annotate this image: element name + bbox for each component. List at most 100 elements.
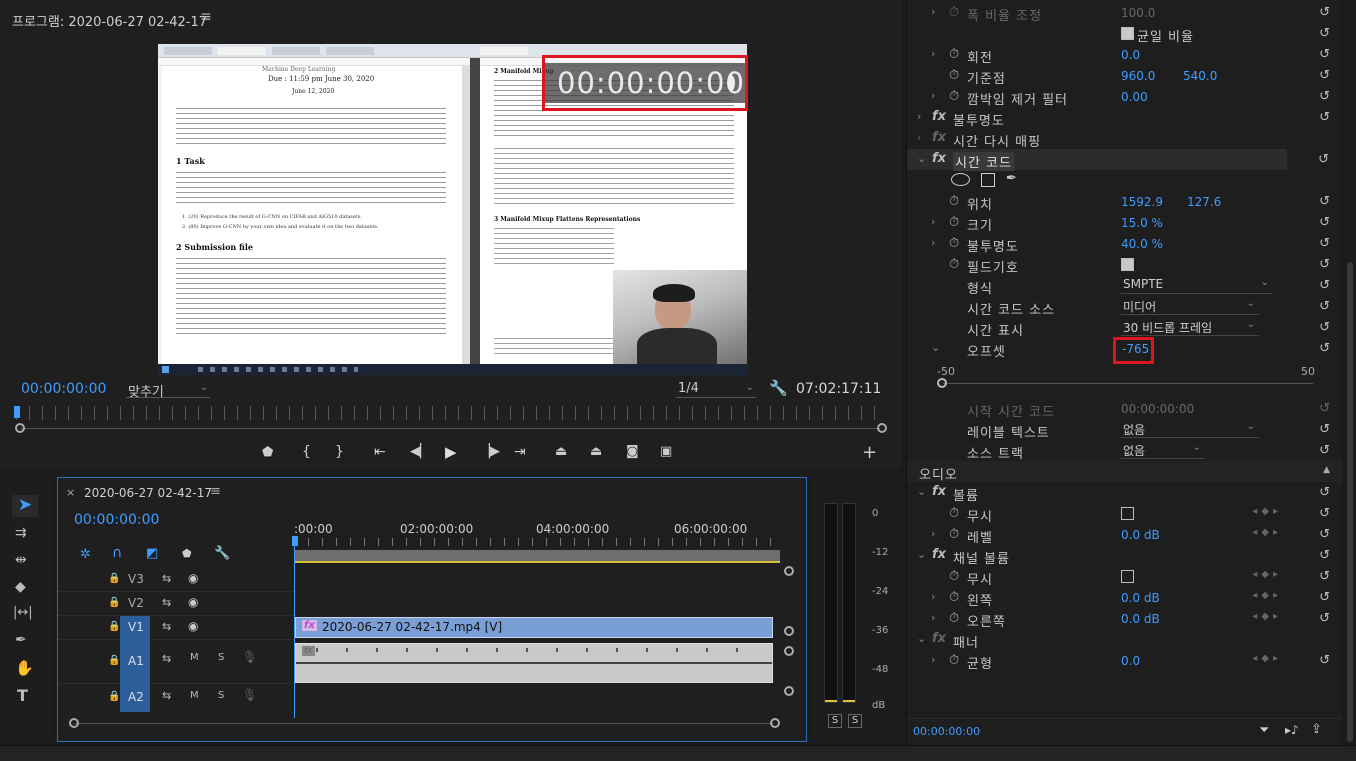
work-area-bar[interactable] xyxy=(294,550,780,563)
comparison-view-icon[interactable]: ▣ xyxy=(660,444,672,459)
mute-icon[interactable]: M xyxy=(190,652,199,663)
scrub-ruler[interactable] xyxy=(16,406,882,420)
track-header-a2[interactable]: 🔒 A2 ⇆ M S 🎙 xyxy=(58,684,294,712)
v-scroll-handle[interactable] xyxy=(784,646,794,656)
keyframe-nav-icon[interactable]: ◂◆▸ xyxy=(1252,527,1282,538)
rectangle-mask-icon[interactable] xyxy=(981,173,995,187)
chevron-right-icon[interactable]: › xyxy=(917,131,921,144)
reset-icon[interactable]: ↺ xyxy=(1319,5,1330,20)
time-display-dropdown[interactable]: 30 비드롭 프레임 ⌄ xyxy=(1121,319,1259,336)
fx-icon[interactable]: fx xyxy=(932,130,946,145)
row-start-tc[interactable]: 시작 시간 코드 00:00:00:00 ↺ xyxy=(907,398,1342,420)
prop-value[interactable]: 1592.9 xyxy=(1121,195,1163,209)
reset-icon[interactable]: ↺ xyxy=(1319,485,1330,500)
source-track-dropdown[interactable]: 없음 ⌄ xyxy=(1121,442,1205,459)
h-scrollbar[interactable] xyxy=(74,723,774,724)
format-dropdown[interactable]: SMPTE ⌄ xyxy=(1121,277,1273,294)
go-to-in-icon[interactable]: ⇤ xyxy=(374,444,386,460)
wrench-icon[interactable]: 🔧 xyxy=(214,546,230,561)
solo-right-button[interactable]: S xyxy=(848,714,862,728)
stopwatch-icon[interactable]: ⏱ xyxy=(949,215,959,230)
keyframe-nav-icon[interactable]: ◂◆▸ xyxy=(1252,590,1282,601)
reset-icon[interactable]: ↺ xyxy=(1319,527,1330,542)
stopwatch-icon[interactable]: ⏱ xyxy=(949,68,959,83)
stopwatch-icon[interactable]: ⏱ xyxy=(949,89,959,104)
row-balance[interactable]: › ⏱ 균형 0.0 ◂◆▸ ↺ xyxy=(907,650,1342,672)
reset-icon[interactable]: ↺ xyxy=(1319,68,1330,83)
stopwatch-icon[interactable]: ⏱ xyxy=(949,653,959,668)
chevron-right-icon[interactable]: › xyxy=(931,611,935,624)
chevron-down-icon[interactable]: ⌄ xyxy=(917,548,926,561)
bypass-checkbox[interactable] xyxy=(1121,507,1134,520)
effects-current-time[interactable]: 00:00:00:00 xyxy=(913,725,980,738)
h-scroll-handle-right[interactable] xyxy=(770,718,780,728)
row-left[interactable]: › ⏱ 왼쪽 0.0 dB ◂◆▸ ↺ xyxy=(907,587,1342,609)
mark-out-icon[interactable]: } xyxy=(335,444,344,460)
collapse-icon[interactable]: ▲ xyxy=(1323,465,1330,475)
prop-value[interactable]: 0.00 xyxy=(1121,90,1148,104)
row-right[interactable]: › ⏱ 오른쪽 0.0 dB ◂◆▸ ↺ xyxy=(907,608,1342,630)
step-forward-icon[interactable]: ▕▶ xyxy=(480,444,500,459)
play-audio-icon[interactable]: ▸♪ xyxy=(1285,723,1299,737)
extract-icon[interactable]: ⏏ xyxy=(590,444,602,459)
chevron-right-icon[interactable]: › xyxy=(917,110,921,123)
lock-icon[interactable]: 🔒 xyxy=(108,691,120,702)
sync-icon[interactable]: ⇆ xyxy=(162,689,171,702)
reset-icon[interactable]: ↺ xyxy=(1319,215,1330,230)
zoom-handle-right[interactable] xyxy=(877,423,887,433)
chevron-down-icon[interactable]: ⌄ xyxy=(917,152,926,165)
h-scroll-handle-left[interactable] xyxy=(69,718,79,728)
row-time-display[interactable]: 시간 표시 30 비드롭 프레임 ⌄ ↺ xyxy=(907,317,1342,339)
sync-icon[interactable]: ⇆ xyxy=(162,596,171,609)
reset-icon[interactable]: ↺ xyxy=(1319,443,1330,458)
reset-icon[interactable]: ↺ xyxy=(1319,278,1330,293)
timeline-current-time[interactable]: 00:00:00:00 xyxy=(74,512,159,528)
prop-value[interactable]: 0.0 dB xyxy=(1121,612,1160,626)
add-button-icon[interactable]: + xyxy=(862,442,877,463)
stopwatch-icon[interactable]: ⏱ xyxy=(949,47,959,62)
timeline-tab[interactable]: 2020-06-27 02-42-17 xyxy=(84,486,212,500)
zoom-bar[interactable] xyxy=(20,428,880,429)
pen-mask-icon[interactable]: ✒ xyxy=(1006,171,1017,186)
reset-icon[interactable]: ↺ xyxy=(1319,653,1330,668)
track-header-a1[interactable]: 🔒 A1 ⇆ M S 🎙 xyxy=(58,640,294,684)
ripple-edit-icon[interactable]: ⇹ xyxy=(15,552,27,568)
audio-clip[interactable]: fx xyxy=(295,643,773,683)
camera-icon[interactable]: ◙ xyxy=(626,444,639,459)
prop-value[interactable]: 127.6 xyxy=(1187,195,1221,209)
resolution-dropdown[interactable]: 1/4 ⌄ xyxy=(676,380,756,398)
nest-icon[interactable]: ✲ xyxy=(80,547,91,562)
audio-section-header[interactable]: 오디오 ▲ xyxy=(907,461,1342,483)
track-header-v2[interactable]: 🔒 V2 ⇆ ◉ xyxy=(58,592,294,616)
reset-icon[interactable]: ↺ xyxy=(1319,341,1330,356)
reset-icon[interactable]: ↺ xyxy=(1319,194,1330,209)
timeline-ruler[interactable] xyxy=(294,538,780,546)
reset-icon[interactable]: ↺ xyxy=(1319,320,1330,335)
reset-icon[interactable]: ↺ xyxy=(1319,299,1330,314)
stopwatch-icon[interactable]: ⏱ xyxy=(949,236,959,251)
playhead[interactable] xyxy=(292,536,298,546)
field-symbol-checkbox[interactable] xyxy=(1121,258,1134,271)
reset-icon[interactable]: ↺ xyxy=(1319,569,1330,584)
row-timecode-effect[interactable]: ⌄ fx 시간 코드 xyxy=(907,149,1287,171)
v-scroll-handle-top[interactable] xyxy=(784,566,794,576)
reset-icon[interactable]: ↺ xyxy=(1319,590,1330,605)
reset-icon[interactable]: ↺ xyxy=(1319,506,1330,521)
chevron-right-icon[interactable]: › xyxy=(931,653,935,666)
play-icon[interactable]: ▶ xyxy=(445,443,457,461)
reset-icon[interactable]: ↺ xyxy=(1319,236,1330,251)
go-to-out-icon[interactable]: ⇥ xyxy=(514,444,526,460)
row-level[interactable]: › ⏱ 레벨 0.0 dB ◂◆▸ ↺ xyxy=(907,524,1342,546)
stopwatch-icon[interactable]: ⏱ xyxy=(949,506,959,521)
row-tc-source[interactable]: 시간 코드 소스 미디어 ⌄ ↺ xyxy=(907,296,1342,318)
reset-icon[interactable]: ↺ xyxy=(1319,422,1330,437)
reset-icon[interactable]: ↺ xyxy=(1319,110,1330,125)
tc-source-dropdown[interactable]: 미디어 ⌄ xyxy=(1121,298,1259,315)
chevron-right-icon[interactable]: › xyxy=(931,527,935,540)
add-marker-icon[interactable]: ⬟ xyxy=(182,547,192,560)
lock-icon[interactable]: 🔒 xyxy=(108,597,120,608)
uniform-scale-checkbox[interactable] xyxy=(1121,27,1134,40)
linked-selection-icon[interactable]: ◩ xyxy=(146,546,158,561)
row-size[interactable]: › ⏱ 크기 15.0 % ↺ xyxy=(907,212,1342,234)
row-field-symbol[interactable]: ⏱ 필드기호 ↺ xyxy=(907,254,1342,276)
